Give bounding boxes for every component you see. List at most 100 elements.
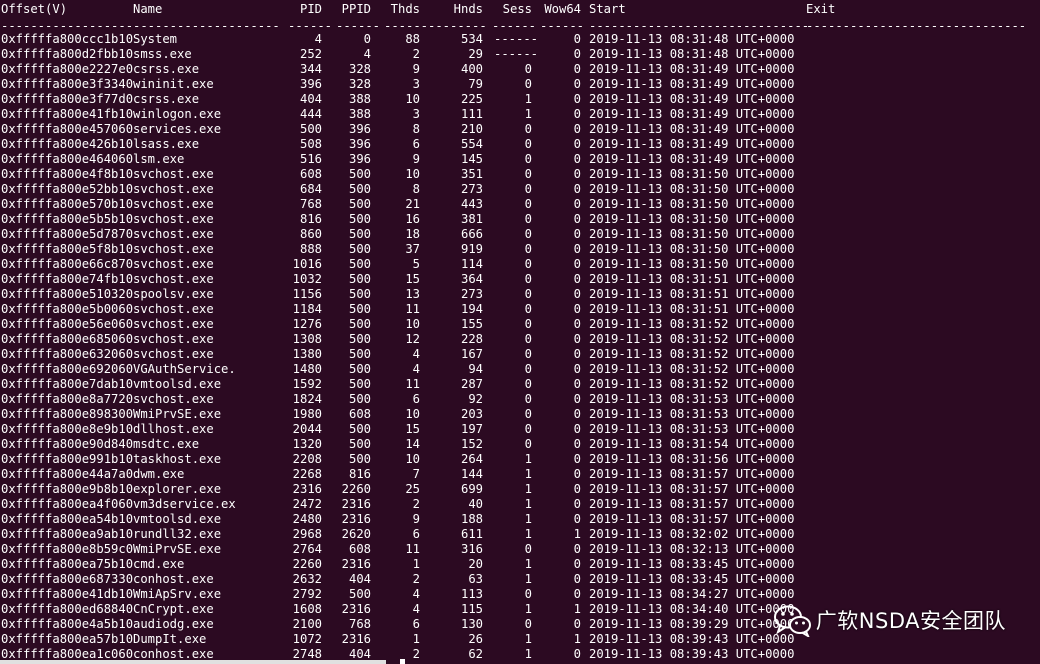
cell-offset: 0xfffffa800e687330	[1, 572, 134, 586]
cell-offset: 0xfffffa800e5b5b10	[1, 212, 134, 226]
cell-thds: 6	[412, 527, 420, 541]
cell-thds: 9	[412, 152, 420, 166]
cell-ppid: 816	[348, 467, 371, 481]
cell-offset: 0xfffffa800d2fbb10	[1, 47, 134, 61]
cell-wow64: 0	[573, 32, 581, 46]
table-row: 0xfffffa800e9b8b10 explorer.exe 2316 2260 25…	[0, 482, 1040, 497]
cell-start: 2019-11-13 08:31:53 UTC+0000	[589, 392, 795, 406]
cell-sess: 0	[524, 587, 532, 601]
table-row: 0xfffffa800e4f8b10 svchost.exe 608 500 10 351…	[0, 167, 1040, 182]
cell-pid: 2316	[292, 482, 322, 496]
cell-hnds: 611	[460, 527, 483, 541]
table-row: 0xfffffa800e90d840 msdtc.exe 1320 500 14 152 0…	[0, 437, 1040, 452]
table-row: 0xfffffa800e44a7a0 dwm.exe 2268 816 7 144 1 0 20…	[0, 467, 1040, 482]
table-row: 0xfffffa800e41fb10 winlogon.exe 444 388 3 111…	[0, 107, 1040, 122]
cell-thds: 10	[405, 407, 420, 421]
cell-name: WmiPrvSE.exe	[133, 407, 222, 421]
cell-pid: 1072	[292, 632, 322, 646]
cell-name: spoolsv.exe	[133, 287, 214, 301]
cell-name: audiodg.exe	[133, 617, 214, 631]
cell-hnds: 554	[460, 137, 483, 151]
header-start: Start	[589, 2, 626, 16]
cell-thds: 5	[412, 257, 420, 271]
cell-name: conhost.exe	[133, 572, 214, 586]
cell-sess: 0	[524, 542, 532, 556]
header-name: Name	[133, 2, 163, 16]
cell-hnds: 63	[468, 572, 483, 586]
cell-wow64: 0	[573, 512, 581, 526]
cell-thds: 12	[405, 332, 420, 346]
cell-wow64: 0	[573, 242, 581, 256]
cell-hnds: 194	[460, 302, 483, 316]
cell-hnds: 316	[460, 542, 483, 556]
cell-offset: 0xfffffa800e44a7a0	[1, 467, 134, 481]
cell-thds: 15	[405, 422, 420, 436]
watermark: 广软NSDA安全团队	[772, 602, 1006, 639]
cell-sess: 0	[524, 62, 532, 76]
cell-thds: 1	[412, 632, 420, 646]
cell-sess: 0	[524, 362, 532, 376]
cell-name: svchost.exe	[133, 227, 214, 241]
cell-offset: 0xfffffa800e7dab10	[1, 377, 134, 391]
cell-start: 2019-11-13 08:31:49 UTC+0000	[589, 77, 795, 91]
cell-start: 2019-11-13 08:31:51 UTC+0000	[589, 302, 795, 316]
cell-pid: 1824	[292, 392, 322, 406]
cell-offset: 0xfffffa800e90d840	[1, 437, 134, 451]
table-row: 0xfffffa800e41db10 WmiApSrv.exe 2792 500 4 11…	[0, 587, 1040, 602]
cell-ppid: 500	[348, 167, 371, 181]
cell-hnds: 29	[468, 47, 483, 61]
cell-pid: 500	[299, 122, 322, 136]
cell-offset: 0xfffffa800e8b59c0	[1, 542, 134, 556]
cell-wow64: 0	[573, 617, 581, 631]
cell-thds: 2	[412, 497, 420, 511]
cell-hnds: 152	[460, 437, 483, 451]
cell-offset: 0xfffffa800e2227e0	[1, 62, 134, 76]
cell-hnds: 188	[460, 512, 483, 526]
cell-wow64: 0	[573, 197, 581, 211]
cell-thds: 6	[412, 392, 420, 406]
cell-hnds: 210	[460, 122, 483, 136]
cell-name: svchost.exe	[133, 242, 214, 256]
cell-thds: 4	[412, 362, 420, 376]
cell-hnds: 113	[460, 587, 483, 601]
cell-hnds: 20	[468, 557, 483, 571]
cell-pid: 1016	[292, 257, 322, 271]
cell-pid: 1592	[292, 377, 322, 391]
cell-name: lsm.exe	[133, 152, 185, 166]
header-hnds: Hnds	[453, 2, 483, 16]
cell-name: services.exe	[133, 122, 222, 136]
cell-hnds: 115	[460, 602, 483, 616]
cell-sess: 1	[524, 92, 532, 106]
cell-wow64: 0	[573, 302, 581, 316]
cell-sess: 1	[524, 512, 532, 526]
table-row: 0xfffffa800ea4f060 vm3dservice.ex 2472 2316…	[0, 497, 1040, 512]
cell-sess: 0	[524, 152, 532, 166]
cell-offset: 0xfffffa800e510320	[1, 287, 134, 301]
cell-hnds: 287	[460, 377, 483, 391]
cell-ppid: 500	[348, 242, 371, 256]
cell-offset: 0xfffffa800e5f8b10	[1, 242, 134, 256]
cell-wow64: 1	[573, 527, 581, 541]
table-row: 0xfffffa800e5b5b10 svchost.exe 816 500 16 381…	[0, 212, 1040, 227]
cell-thds: 1	[412, 557, 420, 571]
cell-ppid: 500	[348, 212, 371, 226]
cell-thds: 10	[405, 317, 420, 331]
cell-ppid: 500	[348, 422, 371, 436]
cell-thds: 4	[412, 587, 420, 601]
cell-ppid: 2620	[341, 527, 371, 541]
cell-pid: 516	[299, 152, 322, 166]
cell-sess: 1	[524, 557, 532, 571]
cell-pid: 888	[299, 242, 322, 256]
cell-pid: 1380	[292, 347, 322, 361]
cell-start: 2019-11-13 08:33:45 UTC+0000	[589, 557, 795, 571]
cell-name: svchost.exe	[133, 392, 214, 406]
cell-sess: 1	[524, 482, 532, 496]
cell-thds: 11	[405, 542, 420, 556]
cell-wow64: 0	[573, 482, 581, 496]
cell-wow64: 0	[573, 452, 581, 466]
cell-wow64: 0	[573, 167, 581, 181]
terminal-output: Offset(V) Name PID PPID Thds Hnds Sess W…	[0, 0, 1040, 664]
cell-start: 2019-11-13 08:31:50 UTC+0000	[589, 197, 795, 211]
cell-thds: 4	[412, 602, 420, 616]
cell-offset: 0xfffffa800ea4f060	[1, 497, 134, 511]
